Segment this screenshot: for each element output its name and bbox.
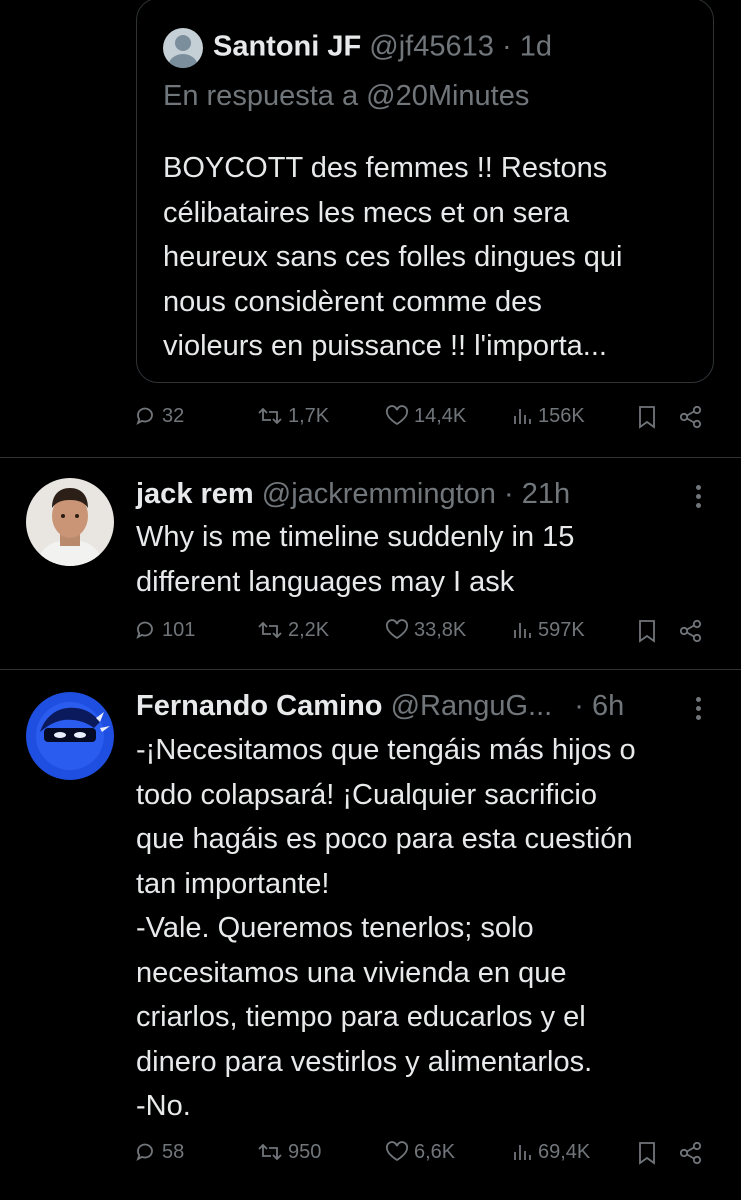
like-button[interactable]: 6,6K [384,1140,455,1164]
divider [0,669,741,670]
views-icon [514,623,531,638]
tweet-action-bar: 58 950 6,6K 69,4K [134,1140,714,1174]
quoted-author-name[interactable]: Santoni JF [213,31,361,63]
share-button[interactable] [678,618,704,644]
like-button[interactable]: 14,4K [384,404,466,428]
quoted-tweet-header: Santoni JF @jf45613 · 1d [163,28,552,68]
more-icon [688,485,708,508]
share-button[interactable] [678,404,704,430]
reply-button[interactable]: 32 [134,404,184,428]
reply-count: 101 [162,618,196,641]
like-button[interactable]: 33,8K [384,618,466,642]
views-button[interactable]: 69,4K [512,1140,590,1164]
timestamp[interactable]: 21h [522,478,570,510]
avatar[interactable] [26,478,114,566]
bookmark-icon [639,620,655,643]
views-count: 156K [538,404,585,427]
author-name[interactable]: Fernando Camino [136,690,383,722]
bookmark-button[interactable] [636,404,658,430]
like-icon [385,405,409,426]
author-handle[interactable]: @RanguG... [391,690,553,722]
like-icon [385,619,409,640]
retweet-button[interactable]: 950 [256,1140,321,1164]
views-count: 69,4K [538,1140,591,1163]
bookmark-button[interactable] [636,1140,658,1166]
retweet-count: 2,2K [288,618,330,641]
retweet-count: 1,7K [288,404,330,427]
reply-button[interactable]: 101 [134,618,195,642]
quoted-author-handle[interactable]: @jf45613 [369,31,494,63]
dot-separator: · [503,478,514,510]
more-icon [688,697,708,720]
dot-separator: · [501,30,512,63]
reply-count: 58 [162,1140,185,1163]
like-count: 6,6K [414,1140,456,1163]
retweet-count: 950 [288,1140,322,1163]
retweet-icon [258,1143,282,1161]
quoted-timestamp[interactable]: 1d [520,31,552,63]
tweet-header: jack rem @jackremmington · 21h [136,478,570,511]
share-button[interactable] [678,1140,704,1166]
reply-icon [136,407,153,425]
tweet-text: Why is me timeline suddenly in 15 differ… [136,521,575,598]
views-count: 597K [538,618,585,641]
reply-icon [136,621,153,639]
retweet-button[interactable]: 1,7K [256,404,329,428]
retweet-button[interactable]: 2,2K [256,618,329,642]
share-icon [679,1141,702,1165]
timestamp[interactable]: 6h [592,690,624,722]
reply-count: 32 [162,404,185,427]
more-options-button[interactable] [688,482,708,512]
reply-context[interactable]: En respuesta a @20Minutes [163,80,529,113]
bookmark-icon [639,1142,655,1165]
dot-separator: · [574,690,584,722]
divider [0,457,741,458]
author-name[interactable]: jack rem [136,478,254,510]
tweet-action-bar: 101 2,2K 33,8K 597K [134,618,714,652]
reply-icon [136,1143,153,1161]
more-options-button[interactable] [688,694,708,724]
quoted-tweet-text: BOYCOTT des femmes !! Restons célibatair… [163,152,623,362]
share-icon [679,405,702,429]
like-count: 33,8K [414,618,467,641]
tweet-header: Fernando Camino @RanguG... · 6h [136,690,624,723]
avatar[interactable] [26,692,114,780]
default-avatar-icon[interactable] [163,28,203,68]
share-icon [679,619,702,643]
reply-button[interactable]: 58 [134,1140,184,1164]
views-icon [514,1145,531,1160]
tweet-text: -¡Necesitamos que tengáis más hijos o to… [136,734,636,1122]
tweet-action-bar: 32 1,7K 14,4K 156K [134,404,714,438]
like-count: 14,4K [414,404,467,427]
views-button[interactable]: 597K [512,618,585,642]
bookmark-button[interactable] [636,618,658,644]
retweet-icon [258,407,282,425]
like-icon [385,1141,409,1162]
views-icon [514,409,531,424]
retweet-icon [258,621,282,639]
author-handle[interactable]: @jackremmington [262,478,496,510]
views-button[interactable]: 156K [512,404,585,428]
bookmark-icon [639,406,655,429]
